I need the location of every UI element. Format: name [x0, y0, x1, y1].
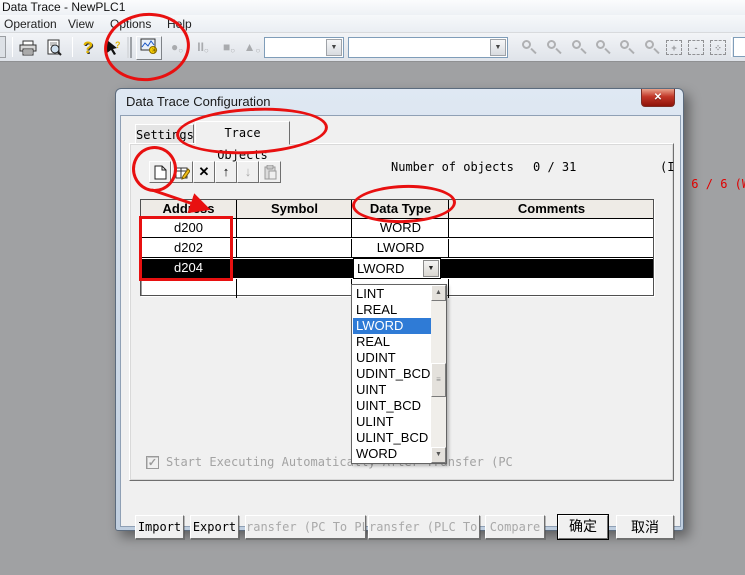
export-button[interactable]: Export — [190, 515, 239, 539]
table-row[interactable]: d202 LWORD — [141, 239, 653, 258]
cell-address[interactable] — [141, 279, 237, 298]
dropdown-option[interactable]: UDINT — [353, 350, 432, 366]
scrollbar-thumb[interactable]: ≡ — [431, 363, 446, 397]
print-preview-icon[interactable] — [42, 36, 66, 59]
zoom-x-icon[interactable] — [618, 39, 636, 57]
fit-window-icon[interactable]: ⁘ — [710, 40, 726, 55]
cell-symbol[interactable] — [238, 259, 352, 278]
cell-datatype[interactable]: LWORD — [353, 239, 449, 258]
main-toolbar: ? ? ✳ ●○ II○ ■○ ▲○ ▼ ▼ + - ⁘ $ — [0, 33, 745, 62]
cell-symbol[interactable] — [238, 279, 352, 298]
trace-range-combobox[interactable]: ▼ — [348, 37, 508, 58]
dropdown-option-selected[interactable]: LWORD — [353, 318, 432, 334]
column-header-comments[interactable]: Comments — [450, 200, 653, 219]
column-header-symbol[interactable]: Symbol — [238, 200, 352, 219]
table-row[interactable]: d200 WORD — [141, 219, 653, 238]
new-object-button[interactable] — [149, 161, 171, 183]
cell-address[interactable]: d202 — [141, 239, 237, 258]
column-header-address[interactable]: Address — [141, 200, 237, 219]
compare-button[interactable]: Compare — [485, 515, 545, 539]
number-of-objects-clipped: (I — [660, 160, 674, 174]
delete-object-button[interactable]: ✕ — [193, 161, 215, 183]
autostart-checkbox-label: Start Executing Automatically After Tran… — [166, 455, 513, 469]
dropdown-option[interactable]: UDINT_BCD — [353, 366, 432, 382]
menu-help[interactable]: Help — [163, 16, 196, 32]
autostart-checkbox[interactable]: ✓ — [146, 456, 159, 469]
table-header-row: Address Symbol Data Type Comments — [141, 200, 653, 219]
import-button[interactable]: Import — [135, 515, 184, 539]
menu-options[interactable]: Options — [106, 16, 155, 32]
dropdown-option[interactable]: WORD — [353, 446, 432, 462]
trace-target-combobox[interactable]: ▼ — [264, 37, 344, 58]
dropdown-option[interactable]: UINT_BCD — [353, 398, 432, 414]
trace-objects-table: Address Symbol Data Type Comments d200 W… — [140, 199, 654, 296]
cell-symbol[interactable] — [238, 239, 352, 258]
dropdown-option[interactable]: LINT — [353, 286, 432, 302]
number-of-objects-label: Number of objects — [391, 160, 514, 174]
cell-comments[interactable] — [450, 279, 653, 298]
cell-datatype[interactable]: WORD — [353, 219, 449, 238]
dropdown-option[interactable]: UINT — [353, 382, 432, 398]
zoom-search-icon[interactable] — [643, 39, 661, 57]
dropdown-option[interactable]: ULINT — [353, 414, 432, 430]
close-icon[interactable]: ✕ — [641, 89, 675, 107]
print-icon[interactable] — [16, 36, 40, 59]
cell-address[interactable]: d204 — [141, 259, 237, 278]
table-row-selected[interactable]: d204 LWORD ▼ — [141, 259, 653, 278]
dropdown-option[interactable]: LREAL — [353, 302, 432, 318]
pause-trace-icon[interactable]: II○ — [191, 36, 215, 59]
zoom-preview-icon[interactable] — [594, 39, 612, 57]
dialog-title: Data Trace Configuration — [116, 89, 683, 115]
edit-object-button[interactable] — [171, 161, 193, 183]
cell-address[interactable]: d200 — [141, 219, 237, 238]
help-icon[interactable]: ? — [76, 36, 100, 59]
trace-config-icon[interactable]: ✳ — [136, 36, 162, 60]
zoom-100-icon[interactable] — [570, 39, 588, 57]
chevron-down-icon[interactable]: ▼ — [326, 39, 342, 56]
datatype-dropdown-list: LINT LREAL LWORD REAL UDINT UDINT_BCD UI… — [351, 284, 447, 464]
menu-view[interactable]: View — [64, 16, 98, 32]
transfer-pc-to-plc-button[interactable]: ransfer (PC To PLC — [245, 515, 366, 539]
column-header-datatype[interactable]: Data Type — [353, 200, 449, 219]
svg-text:✳: ✳ — [151, 46, 158, 54]
cell-comments[interactable] — [450, 259, 653, 278]
window-title: Data Trace - NewPLC1 — [0, 0, 745, 15]
dialog-body: Settings Trace Objects ✕ ↑ ↓ Number of o — [120, 115, 681, 527]
start-trace-icon[interactable]: ●○ — [165, 36, 189, 59]
tab-trace-objects[interactable]: Trace Objects — [195, 121, 290, 145]
word-counter-value: 6 / 6 (WORD) — [528, 177, 745, 191]
scroll-up-icon[interactable]: ▲ — [431, 285, 446, 301]
dropdown-scrollbar[interactable]: ▲ ≡ ▼ — [431, 285, 446, 463]
data-trace-configuration-dialog: Data Trace Configuration ✕ Settings Trac… — [115, 88, 684, 531]
scale-input[interactable] — [733, 37, 745, 57]
context-help-icon[interactable]: ? — [100, 36, 124, 59]
zoom-in-region-icon[interactable]: + — [666, 40, 682, 55]
transfer-plc-to-pc-button[interactable]: ransfer (PLC To PC — [368, 515, 480, 539]
scroll-down-icon[interactable]: ▼ — [431, 447, 446, 463]
zoom-out-region-icon[interactable]: - — [688, 40, 704, 55]
datatype-combobox[interactable]: LWORD ▼ — [353, 258, 441, 279]
scale-icon[interactable] — [520, 39, 538, 57]
number-of-objects-value: 0 / 31 — [533, 160, 576, 174]
menu-bar: Operation View Options Help — [0, 15, 745, 33]
tab-settings[interactable]: Settings — [135, 124, 194, 144]
application-window: Data Trace - NewPLC1 Operation View Opti… — [0, 0, 745, 575]
dropdown-option[interactable]: REAL — [353, 334, 432, 350]
save-icon[interactable] — [0, 36, 6, 58]
datatype-combobox-value: LWORD — [357, 260, 404, 278]
chevron-down-icon[interactable]: ▼ — [490, 39, 506, 56]
chevron-down-icon[interactable]: ▼ — [423, 260, 439, 277]
menu-operation[interactable]: Operation — [0, 16, 61, 32]
cancel-button[interactable]: 取消 — [616, 515, 674, 539]
cell-comments[interactable] — [450, 219, 653, 238]
ok-button[interactable]: 确定 — [558, 515, 608, 539]
dropdown-option[interactable]: ULINT_BCD — [353, 430, 432, 446]
stop-trace-icon[interactable]: ■○ — [217, 36, 241, 59]
upload-trace-icon[interactable]: ▲○ — [240, 36, 264, 59]
cell-comments[interactable] — [450, 239, 653, 258]
cell-symbol[interactable] — [238, 219, 352, 238]
zoom-cancel-icon[interactable] — [545, 39, 563, 57]
svg-text:?: ? — [115, 40, 121, 50]
